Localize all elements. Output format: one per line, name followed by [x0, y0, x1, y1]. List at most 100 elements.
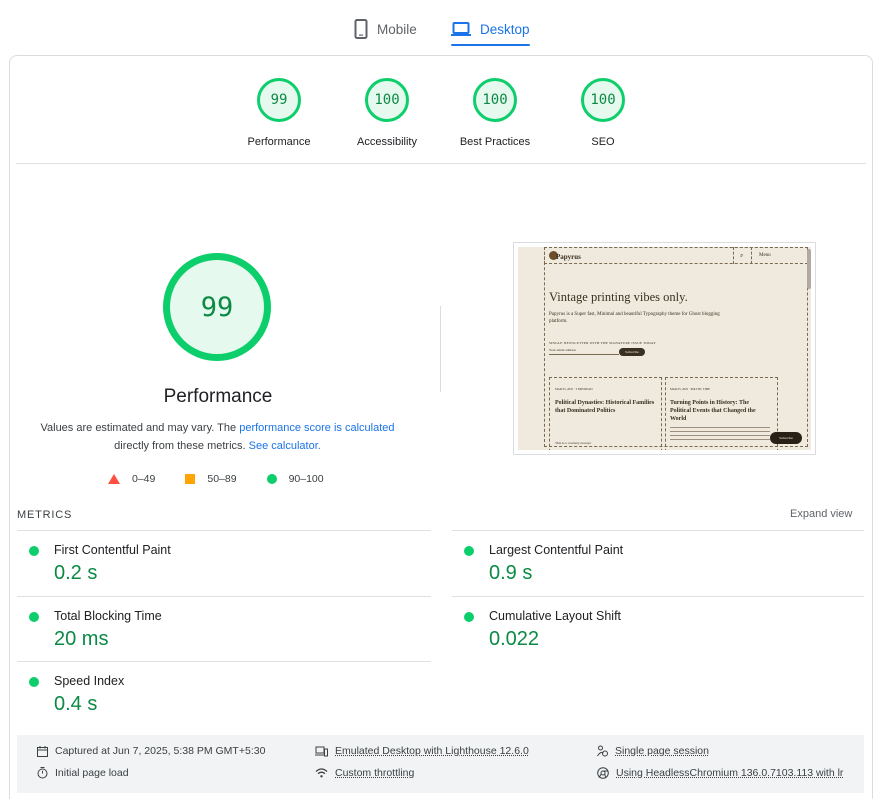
final-screenshot[interactable]: Papyrus ⌕ Menu Vintage printing vibes on… — [513, 242, 816, 455]
screenshot-image: Papyrus ⌕ Menu Vintage printing vibes on… — [518, 247, 811, 450]
thumb-newsletter-label: SINGLE NEWSLETTER WITH THE SIGNATURE ISS… — [549, 341, 657, 345]
pass-circle-icon — [29, 546, 39, 556]
wifi-icon — [315, 768, 328, 778]
captured-at: Captured at Jun 7, 2025, 5:38 PM GMT+5:3… — [37, 745, 265, 757]
initial-load-text: Initial page load — [55, 767, 129, 779]
device-tabs: Mobile Desktop — [0, 0, 881, 50]
metric-value: 0.9 s — [489, 562, 533, 584]
gauge-label: Accessibility — [357, 136, 417, 148]
run-info-panel: Captured at Jun 7, 2025, 5:38 PM GMT+5:3… — [17, 735, 864, 793]
emulated-device-text: Emulated Desktop with Lighthouse 12.6.0 — [335, 745, 529, 757]
metric-value: 0.2 s — [54, 562, 98, 584]
performance-score-link[interactable]: performance score is calculated — [239, 422, 394, 434]
legend-range: 50–89 — [207, 473, 237, 485]
metric-name: Total Blocking Time — [54, 609, 162, 623]
thumb-email-input: Your email address — [549, 348, 619, 355]
metric-divider — [452, 596, 864, 597]
thumb-post-meta: MAR 05, 2025 · 3 MIN READ — [555, 387, 593, 391]
metric-value: 0.4 s — [54, 693, 98, 715]
gauge-seo[interactable]: 100 SEO — [548, 78, 658, 148]
pass-circle-icon — [266, 474, 277, 484]
expand-view-toggle[interactable]: Expand view — [790, 508, 852, 520]
throttling[interactable]: Custom throttling — [315, 767, 414, 779]
metric-divider — [452, 530, 864, 531]
performance-score-gauge: 99 — [163, 253, 271, 361]
gauge-label: Performance — [247, 136, 311, 148]
browser-info[interactable]: Using HeadlessChromium 136.0.7103.113 wi… — [597, 767, 843, 779]
legend-range: 0–49 — [132, 473, 156, 485]
tab-mobile-label: Mobile — [377, 21, 417, 37]
tab-desktop[interactable]: Desktop — [451, 12, 530, 46]
pass-circle-icon — [464, 612, 474, 622]
metric-divider — [17, 596, 431, 597]
metric-name: Largest Contentful Paint — [489, 543, 624, 557]
devices-icon — [315, 746, 328, 756]
browser-text: Using HeadlessChromium 136.0.7103.113 wi… — [616, 767, 844, 779]
thumb-scrollbar — [807, 249, 811, 289]
initial-load: Initial page load — [37, 767, 129, 779]
fail-triangle-icon — [108, 474, 120, 484]
active-tab-indicator — [451, 44, 530, 46]
thumb-post-title: Turning Points in History: The Political… — [670, 400, 756, 422]
gauge-score: 100 — [365, 78, 409, 122]
gauge-best-practices[interactable]: 100 Best Practices — [440, 78, 550, 148]
note-text: Values are estimated and may vary. The — [40, 422, 240, 434]
thumb-headline: Vintage printing vibes only. — [549, 290, 688, 304]
laptop-icon — [451, 22, 471, 36]
session-type[interactable]: Single page session — [597, 745, 709, 757]
pass-circle-icon — [464, 546, 474, 556]
calendar-icon — [37, 745, 48, 757]
thumb-menu: Menu — [759, 253, 771, 258]
thumb-tagline: Papyrus is a Super fast, Minimal and bea… — [549, 312, 720, 324]
legend-average: 50–89 — [185, 473, 237, 485]
note-text: directly from these metrics. — [114, 440, 249, 452]
metric-value: 0.022 — [489, 628, 540, 650]
gauge-label: Best Practices — [459, 136, 531, 148]
thumb-post-excerpt: This is a courtesy excerpt — [555, 441, 591, 445]
pass-circle-icon — [29, 677, 39, 687]
metric-name: Speed Index — [54, 674, 125, 688]
throttling-text: Custom throttling — [335, 767, 415, 779]
thumb-subscribe-button: Subscribe — [619, 348, 645, 356]
chrome-icon — [597, 767, 609, 779]
performance-note: Values are estimated and may vary. The p… — [40, 419, 395, 455]
legend-range: 90–100 — [288, 473, 324, 485]
gauge-accessibility[interactable]: 100 Accessibility — [332, 78, 442, 148]
timer-icon — [37, 767, 48, 779]
tab-mobile[interactable]: Mobile — [354, 12, 417, 46]
tab-desktop-label: Desktop — [480, 21, 530, 37]
thumb-search-icon: ⌕ — [740, 253, 744, 259]
metric-value: 20 ms — [54, 628, 109, 650]
legend-pass: 90–100 — [266, 473, 324, 485]
thumb-logo: Papyrus — [556, 253, 581, 261]
performance-title: Performance — [163, 386, 273, 407]
thumb-header-sep — [733, 247, 734, 264]
metrics-heading: METRICS — [17, 509, 73, 521]
gauge-label: SEO — [591, 136, 615, 148]
thumb-post-meta: MAR 05, 2025 · POLITIC TIME — [670, 387, 711, 391]
person-icon — [597, 745, 608, 757]
legend-fail: 0–49 — [108, 473, 155, 485]
gauge-score: 99 — [257, 78, 301, 122]
thumb-header-sep — [751, 247, 752, 264]
average-square-icon — [185, 474, 196, 484]
pass-circle-icon — [29, 612, 39, 622]
section-divider — [16, 163, 866, 164]
thumb-floating-subscribe: Subscribe — [770, 432, 802, 444]
metric-divider — [17, 661, 431, 662]
metric-divider — [17, 530, 431, 531]
gauge-score: 100 — [473, 78, 517, 122]
phone-icon — [354, 19, 368, 39]
thumb-post-title: Political Dynasties: Historical Families… — [555, 400, 655, 414]
thumb-post-text — [670, 427, 770, 443]
metric-name: First Contentful Paint — [54, 543, 171, 557]
captured-text: Captured at Jun 7, 2025, 5:38 PM GMT+5:3… — [55, 745, 266, 757]
gauge-score: 100 — [581, 78, 625, 122]
gauge-performance[interactable]: 99 Performance — [224, 78, 334, 148]
vertical-divider — [440, 306, 441, 392]
score-legend: 0–49 50–89 90–100 — [108, 473, 354, 485]
metric-name: Cumulative Layout Shift — [489, 609, 622, 623]
report-card: 99 Performance 100 Accessibility 100 Bes… — [9, 55, 873, 799]
emulated-device[interactable]: Emulated Desktop with Lighthouse 12.6.0 — [315, 745, 529, 757]
see-calculator-link[interactable]: See calculator. — [249, 440, 321, 452]
